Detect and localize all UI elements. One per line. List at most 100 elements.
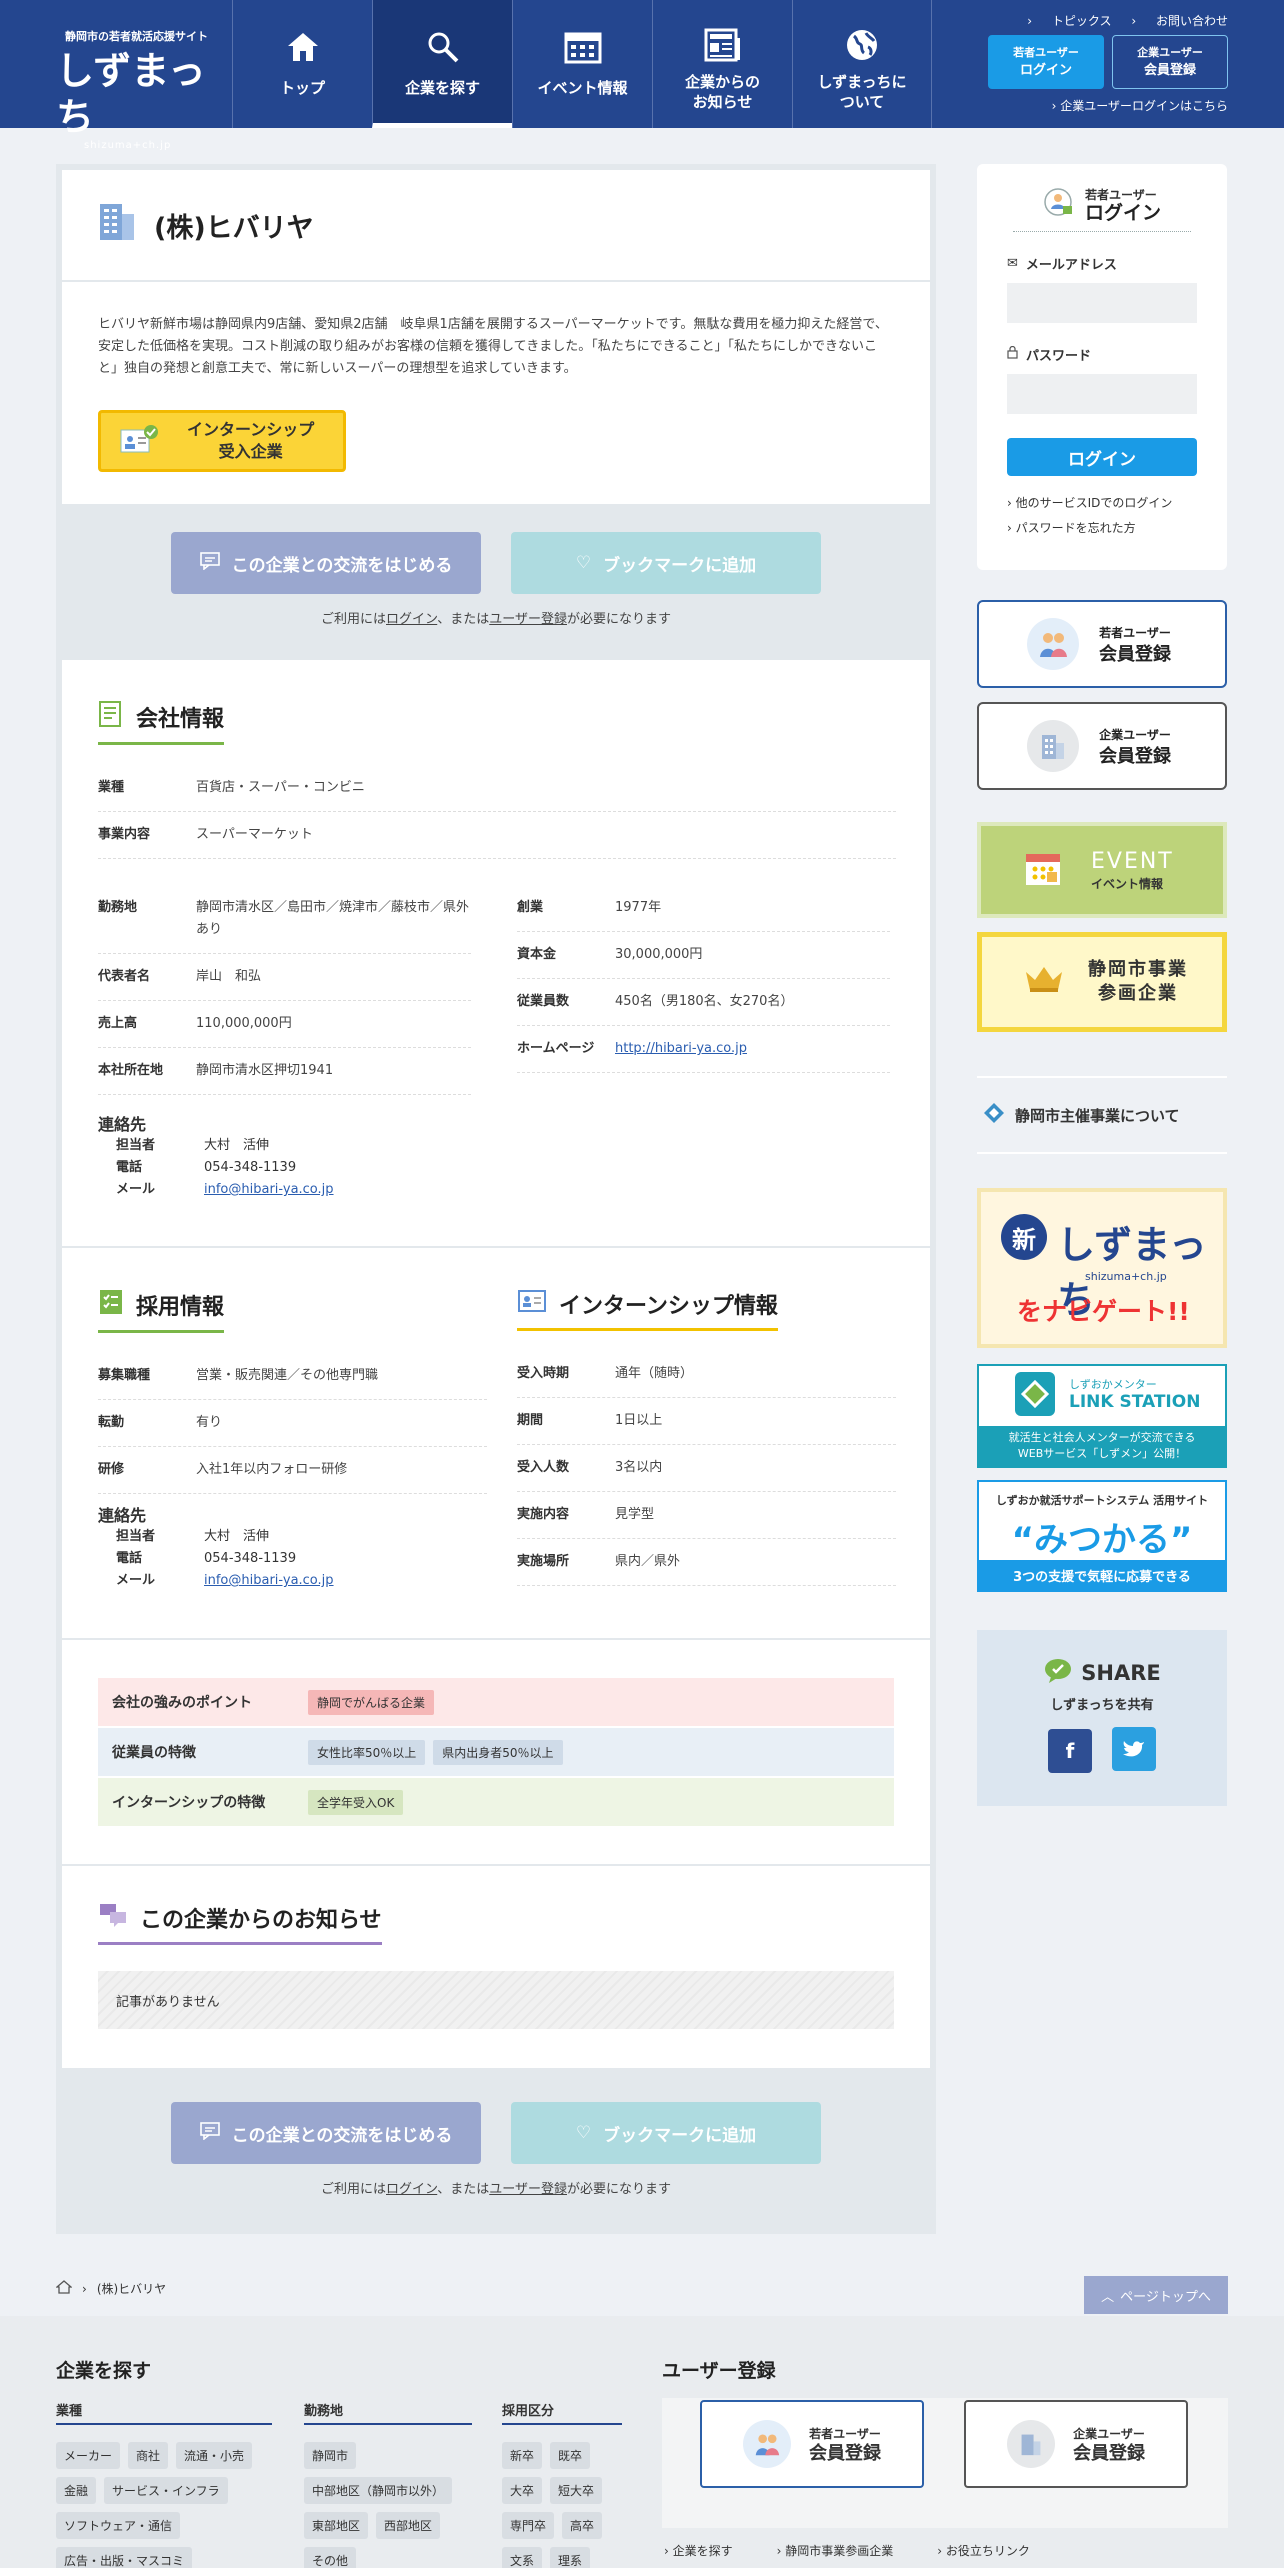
info-row-value: http://hibari-ya.co.jp [615,1038,890,1060]
contact-value: 054-348-1139 [204,1551,297,1566]
footer-young-register[interactable]: 若者ユーザー 会員登録 [700,2400,924,2488]
nav-top[interactable]: トップ [232,0,372,128]
corp-login-link[interactable]: › 企業ユーザーログインはこちら [988,97,1228,114]
nav-events-label: イベント情報 [537,79,628,97]
shizumatch-navigate-banner[interactable]: 新 しずまっち shizuma+ch.jp をナビゲート!! [977,1188,1227,1348]
twitter-icon[interactable] [1112,1727,1157,1771]
other-service-login-link[interactable]: › 他のサービスIDでのログイン [1007,494,1197,511]
event-banner[interactable]: EVENT イベント情報 [977,822,1227,918]
footer-location-chips: 静岡市中部地区（静岡市以外） 東部地区 西部地区 その他 [304,2442,474,2568]
note-register-link[interactable]: ユーザー登録 [489,612,567,627]
mitsukaru-banner[interactable]: しずおか就活サポートシステム 活用サイト “みつかる” 3つの支援で気軽に応募で… [977,1480,1227,1592]
footer-chip[interactable]: 商社 [128,2442,169,2469]
footer-chip[interactable]: 理系 [550,2547,591,2568]
site-logo[interactable]: 静岡市の若者就活応援サイト しずまっち shizuma+ch.jp [0,0,232,151]
password-field[interactable] [1007,374,1197,414]
info-row-value: 百貨店・スーパー・コンビニ [196,780,365,795]
footer-chip[interactable]: 文系 [502,2547,543,2568]
page-top-button[interactable]: ︿ ページトップへ [1084,2276,1228,2314]
footer-chip[interactable]: 大卒 [502,2477,543,2504]
share-title: SHARE [1081,1661,1161,1685]
young-users-icon [1027,618,1079,670]
contact-row: 電話 054-348-1139 [98,1548,517,1570]
topics-link[interactable]: › トピックス [1027,14,1111,28]
recruit-rows: 募集職種 営業・販売関連／その他専門職 転勤 有り 研修 入社1年以内フォロー研修 [98,1353,517,1494]
young-login-button[interactable]: 若者ユーザー ログイン [988,35,1104,89]
link-station-banner[interactable]: しずおかメンター LINK STATION 就活生と社会人メンターが交流できる … [977,1364,1227,1468]
facebook-icon[interactable]: f [1047,1729,1092,1773]
feature-row: 従業員の特徴 女性比率50％以上 県内出身者50％以上 [98,1728,894,1776]
footer-chip[interactable]: メーカー [56,2442,121,2469]
start-exchange-button[interactable]: この企業との交流をはじめる [171,532,481,594]
info-row-value: 県内／県外 [615,1554,681,1569]
feature-tag: 静岡でがんばる企業 [308,1689,435,1715]
info-row: 業種 百貨店・スーパー・コンビニ [98,765,896,812]
footer-chip[interactable]: 既卒 [550,2442,591,2469]
chat-icon [199,551,220,575]
footer-link[interactable]: › お役立ちリンク [937,2542,1030,2559]
footer-chip[interactable]: 金融 [56,2477,97,2504]
info-row-key: 創業 [517,900,544,915]
features-section: 会社の強みのポイント 静岡でがんばる企業 従業員の特徴 女性比率50％以上 県内出身者5… [62,1640,930,1864]
bookmark-button[interactable]: ♡ ブックマークに追加 [511,532,821,594]
footer-chip[interactable]: ソフトウェア・通信 [56,2512,181,2539]
footer-chip[interactable]: 東部地区 [304,2512,369,2539]
forgot-password-link[interactable]: › パスワードを忘れた方 [1007,519,1197,536]
homepage-link[interactable]: http://hibari-ya.co.jp [615,1041,747,1056]
nav-news[interactable]: 企業からの お知らせ [652,0,792,128]
about-city-events-link[interactable]: 静岡市主催事業について [977,1076,1227,1154]
footer-young-top: 若者ユーザー [809,2427,881,2441]
footer-chip[interactable]: 流通・小売 [176,2442,253,2469]
note-login-link[interactable]: ログイン [386,612,437,627]
info-row-value: 3名以内 [615,1460,663,1475]
start-exchange-button-bottom[interactable]: この企業との交流をはじめる [171,2102,481,2164]
contact-email-link[interactable]: info@hibari-ya.co.jp [204,1570,334,1592]
recruit-title: 採用情報 [136,1295,225,1320]
contact-key: メール [116,1573,156,1588]
city-project-banner[interactable]: 静岡市事業 参画企業 [977,932,1227,1032]
contact-link[interactable]: › お問い合わせ [1131,14,1228,28]
footer-chip[interactable]: 新卒 [502,2442,543,2469]
nav-events[interactable]: イベント情報 [512,0,652,128]
footer-chip[interactable]: 短大卒 [550,2477,603,2504]
internship-badge-text: インターンシップ 受入企業 [187,420,315,461]
young-users-icon [743,2420,791,2468]
chevron-up-icon: ︿ [1101,2289,1115,2305]
lock-icon [1007,345,1018,363]
note-register-link[interactable]: ユーザー登録 [489,2182,567,2197]
footer-link[interactable]: › 企業を探す [664,2542,733,2559]
footer-chip[interactable]: その他 [304,2547,357,2568]
footer-chip[interactable]: 静岡市 [304,2442,357,2469]
info-row: ホームページ http://hibari-ya.co.jp [517,1026,890,1073]
young-reg-top: 若者ユーザー [1099,626,1171,640]
home-icon[interactable] [55,2280,73,2297]
footer-link[interactable]: › 静岡市事業参画企業 [777,2542,894,2559]
note-login-link[interactable]: ログイン [386,2182,437,2197]
corp-register-box[interactable]: 企業ユーザー 会員登録 [977,702,1227,790]
young-register-box[interactable]: 若者ユーザー 会員登録 [977,600,1227,688]
corp-register-button[interactable]: 企業ユーザー 会員登録 [1112,35,1228,89]
contact-email-link[interactable]: info@hibari-ya.co.jp [204,1179,334,1201]
breadcrumb-current: (株)ヒバリヤ [96,2282,167,2296]
nav-about[interactable]: しずまっちに ついて [792,0,932,128]
footer-chip[interactable]: サービス・インフラ [104,2477,228,2504]
footer-chip[interactable]: 専門卒 [502,2512,555,2539]
footer-chip[interactable]: 広告・出版・マスコミ [56,2547,193,2568]
footer-chip[interactable]: 西部地区 [376,2512,441,2539]
nav-search-companies[interactable]: 企業を探す [372,0,512,128]
feature-tag: 県内出身者50％以上 [433,1739,563,1765]
bookmark-button-bottom[interactable]: ♡ ブックマークに追加 [511,2102,821,2164]
contact-key: 担当者 [116,1138,156,1153]
footer-chip[interactable]: 高卒 [562,2512,603,2539]
footer-chip[interactable]: 中部地区（静岡市以外） [304,2477,453,2504]
banner2-line1: しずおかメンター [1069,1378,1157,1391]
corp-register-main: 会員登録 [1143,63,1196,78]
login-button[interactable]: ログイン [1007,438,1197,476]
footer-corp-register[interactable]: 企業ユーザー 会員登録 [964,2400,1188,2488]
banner2-footer: 就活生と社会人メンターが交流できる WEBサービス「しずメン」公開！ [979,1426,1225,1466]
email-field[interactable] [1007,283,1197,323]
contact-key: 電話 [116,1551,143,1566]
news-section: この企業からのお知らせ 記事がありません [62,1866,930,2068]
info-row-value: 静岡市清水区／島田市／焼津市／藤枝市／県外あり [196,900,470,937]
feature-row: インターンシップの特徴 全学年受入OK [98,1778,894,1826]
